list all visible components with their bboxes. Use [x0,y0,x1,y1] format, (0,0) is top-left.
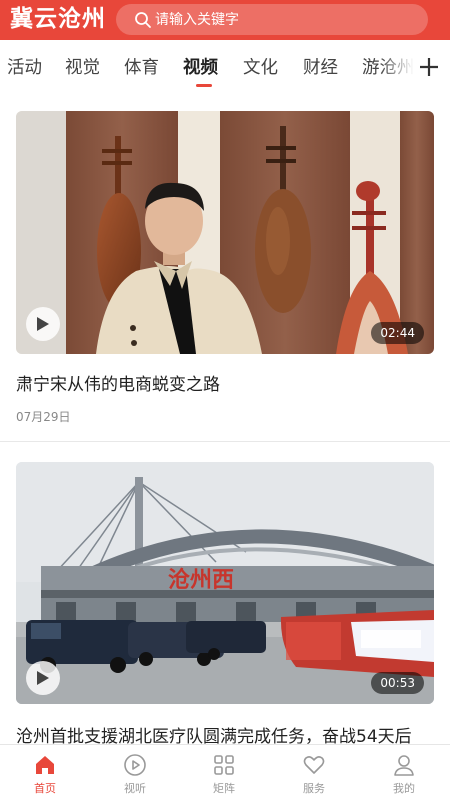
active-tab-indicator [196,84,212,87]
nav-wode[interactable]: 我的 [369,745,439,800]
play-icon [37,671,49,685]
app-header: 冀云沧州 [0,0,450,40]
nav-label: 首页 [34,782,56,795]
nav-shiting[interactable]: 视听 [100,745,170,800]
nav-label: 矩阵 [213,782,235,795]
app-logo: 冀云沧州 [10,6,106,32]
nav-label: 服务 [303,782,325,795]
video-duration: 00:53 [371,672,424,694]
feed-divider [0,441,450,442]
bottom-navigation: 首页 视听 矩阵 服务 我的 [0,744,450,800]
tab-wenhua[interactable]: 文化 [243,56,278,80]
plus-icon [420,58,438,76]
video-duration: 02:44 [371,322,424,344]
add-tab-button[interactable] [414,52,444,82]
search-bar[interactable] [116,4,428,35]
grid-icon [214,755,234,775]
tabs-fade [380,40,414,96]
video-thumbnail[interactable]: 沧州西 00:53 [16,462,434,704]
station-sign-text: 沧州西 [168,567,234,593]
article-date: 07月29日 [16,410,71,424]
play-icon [37,317,49,331]
tab-shijue[interactable]: 视觉 [65,56,100,80]
heart-icon [303,756,325,774]
tab-tiyu[interactable]: 体育 [124,56,159,80]
nav-label: 我的 [393,782,415,795]
play-circle-icon [124,754,146,776]
home-icon [36,756,54,774]
video-thumbnail-image [16,111,434,354]
tab-huodong[interactable]: 活动 [7,56,42,80]
nav-juzhen[interactable]: 矩阵 [189,745,259,800]
user-icon [394,755,414,776]
nav-fuwu[interactable]: 服务 [279,745,349,800]
play-button[interactable] [26,661,60,695]
article-title[interactable]: 肃宁宋从伟的电商蜕变之路 [16,370,220,395]
video-thumbnail[interactable]: 02:44 [16,111,434,354]
search-icon [135,11,151,28]
nav-label: 视听 [124,782,146,795]
nav-home[interactable]: 首页 [10,745,80,800]
search-input[interactable] [155,11,415,28]
video-thumbnail-image: 沧州西 [16,462,434,704]
tab-shipin[interactable]: 视频 [183,56,218,80]
tab-caijing[interactable]: 财经 [303,56,338,80]
play-button[interactable] [26,307,60,341]
